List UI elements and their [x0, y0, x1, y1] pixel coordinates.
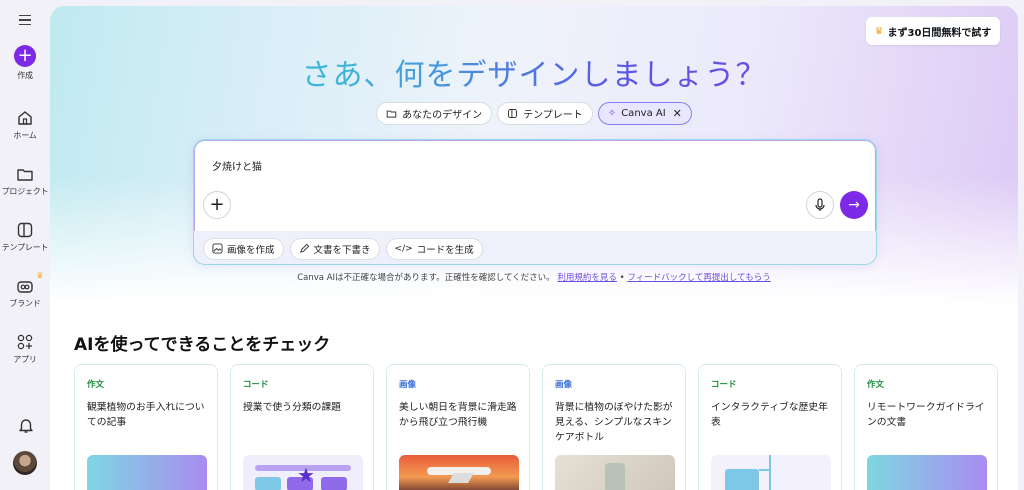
card-thumbnail: ★ — [243, 455, 363, 490]
page-title: さあ、何をデザインしましょう？ — [50, 50, 1018, 94]
suggestion-card[interactable]: コード 授業で使う分類の課題 ★ — [230, 364, 374, 490]
tool-label: 文書を下書き — [313, 244, 371, 256]
draft-doc-button[interactable]: 文書を下書き — [289, 237, 380, 260]
menu-icon[interactable] — [16, 11, 34, 29]
terms-link[interactable]: 利用規約を見る — [557, 273, 617, 283]
template-icon — [17, 222, 33, 238]
section-title: AIを使ってできることをチェック — [74, 335, 331, 355]
microphone-button[interactable] — [806, 191, 834, 219]
airplane-wing — [448, 473, 474, 483]
thumb-block — [321, 477, 347, 490]
card-thumbnail — [399, 455, 519, 490]
apps-icon — [17, 334, 33, 350]
sidebar: + 作成 ホーム プロジェクト テンプレート ♛ ブランド アプリ — [0, 0, 50, 490]
mode-pills: あなたのデザイン テンプレート ✧ Canva AI ✕ — [50, 102, 1018, 125]
free-trial-label: まず30日間無料で試す — [887, 27, 992, 39]
tool-label: 画像を作成 — [227, 244, 275, 256]
sidebar-item-projects[interactable]: プロジェクト — [2, 165, 49, 197]
create-label: 作成 — [17, 71, 33, 80]
card-description: 授業で使う分類の課題 — [243, 402, 341, 413]
thumb-block — [725, 469, 759, 490]
card-thumbnail — [555, 455, 675, 490]
card-tag: 画像 — [399, 380, 417, 390]
suggestion-card[interactable]: 画像 背景に植物のぼやけた影が見える、シンプルなスキンケアボトル — [542, 364, 686, 490]
generate-code-button[interactable]: </> コードを生成 — [385, 237, 483, 260]
create-button[interactable]: + — [14, 45, 36, 67]
close-icon[interactable]: ✕ — [673, 107, 682, 120]
card-tag: 作文 — [867, 380, 885, 390]
card-description: インタラクティブな歴史年表 — [711, 402, 828, 428]
sidebar-item-brand[interactable]: ♛ ブランド — [9, 271, 43, 309]
main-panel: ♛ まず30日間無料で試す さあ、何をデザインしましょう？ あなたのデザイン テ… — [50, 6, 1018, 490]
sidebar-item-templates[interactable]: テンプレート — [2, 221, 48, 253]
suggestion-card[interactable]: 作文 観葉植物のお手入れについての記事 — [74, 364, 218, 490]
suggestion-cards: 作文 観葉植物のお手入れについての記事 コード 授業で使う分類の課題 ★ 画像 … — [74, 364, 998, 490]
card-description: リモートワークガイドラインの文書 — [867, 402, 985, 428]
pill-your-designs[interactable]: あなたのデザイン — [376, 102, 493, 125]
home-icon — [18, 111, 32, 125]
add-button[interactable]: + — [203, 191, 231, 219]
thumb-block — [255, 477, 281, 490]
pill-label: Canva AI — [621, 108, 666, 119]
timeline-line — [769, 455, 771, 490]
prompt-tools: 画像を作成 文書を下書き </> コードを生成 — [194, 231, 876, 264]
suggestion-card[interactable]: コード インタラクティブな歴史年表 — [698, 364, 842, 490]
pill-templates[interactable]: テンプレート — [497, 102, 593, 125]
tool-label: コードを生成 — [416, 244, 474, 256]
sidebar-item-home[interactable]: ホーム — [13, 109, 37, 141]
brand-icon — [17, 281, 33, 293]
suggestion-card[interactable]: 画像 美しい朝日を背景に滑走路から飛び立つ飛行機 — [386, 364, 530, 490]
card-tag: コード — [711, 380, 737, 390]
crown-icon: ♛ — [36, 271, 44, 280]
bottle-icon — [605, 463, 625, 490]
disclaimer-text: Canva AIは不正確な場合があります。正確性を確認してください。 — [297, 273, 555, 283]
card-tag: 作文 — [87, 380, 105, 390]
pill-label: テンプレート — [523, 110, 583, 121]
disclaimer-separator: • — [619, 273, 625, 283]
crown-icon: ♛ — [874, 25, 884, 37]
arrow-right-icon: → — [848, 197, 860, 213]
folder-icon — [386, 110, 397, 118]
disclaimer: Canva AIは不正確な場合があります。正確性を確認してください。 利用規約を… — [50, 271, 1018, 283]
sparkle-icon: ✧ — [607, 108, 617, 119]
pen-icon — [299, 243, 309, 253]
feedback-link[interactable]: フィードバックして再提出してもらう — [627, 273, 770, 283]
card-thumbnail — [867, 455, 987, 490]
prompt-input[interactable]: 夕焼けと猫 — [212, 158, 262, 173]
image-icon — [212, 243, 223, 254]
pill-label: あなたのデザイン — [402, 110, 483, 121]
card-thumbnail — [711, 455, 831, 490]
card-description: 観葉植物のお手入れについての記事 — [87, 402, 205, 428]
create-image-button[interactable]: 画像を作成 — [203, 237, 284, 260]
card-description: 美しい朝日を背景に滑走路から飛び立つ飛行機 — [399, 402, 517, 428]
card-tag: 画像 — [555, 380, 573, 390]
card-thumbnail — [87, 455, 207, 490]
microphone-icon — [815, 198, 825, 211]
card-tag: コード — [243, 380, 269, 390]
send-button[interactable]: → — [840, 191, 868, 219]
star-icon: ★ — [297, 463, 315, 487]
template-icon — [508, 109, 518, 118]
free-trial-button[interactable]: ♛ まず30日間無料で試す — [866, 17, 1000, 45]
card-description: 背景に植物のぼやけた影が見える、シンプルなスキンケアボトル — [555, 402, 673, 443]
ai-prompt-box: 夕焼けと猫 + → 画像を作成 文書を下書き </> コードを生成 — [193, 139, 877, 265]
sidebar-item-apps[interactable]: アプリ — [13, 333, 37, 365]
avatar[interactable] — [13, 451, 37, 475]
code-icon: </> — [394, 243, 413, 254]
timeline-tick — [759, 469, 771, 471]
pill-canva-ai[interactable]: ✧ Canva AI ✕ — [597, 102, 692, 125]
folder-icon — [17, 169, 33, 181]
suggestion-card[interactable]: 作文 リモートワークガイドラインの文書 — [854, 364, 998, 490]
bell-icon[interactable] — [17, 416, 35, 434]
